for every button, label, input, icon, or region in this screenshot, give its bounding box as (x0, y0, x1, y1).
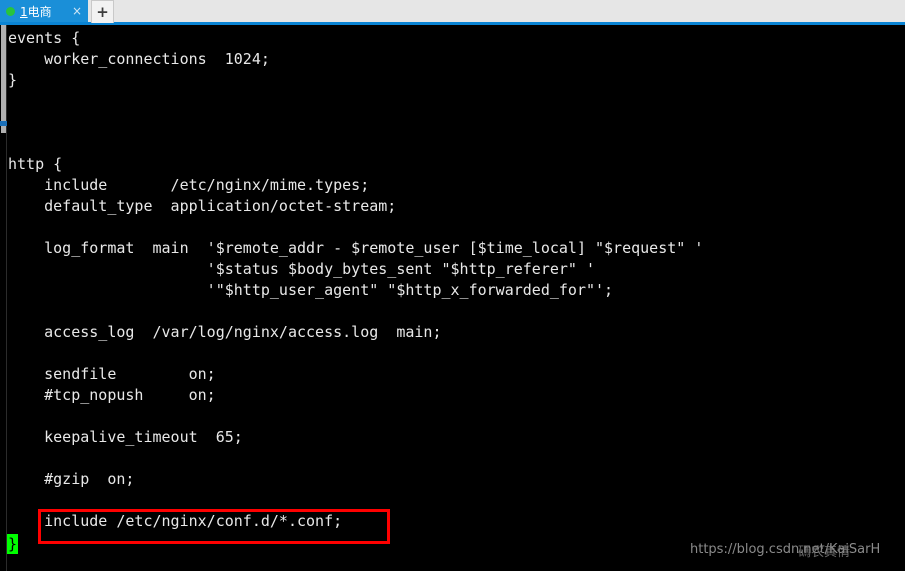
terminal-line: include /etc/nginx/conf.d/*.conf; (8, 512, 343, 530)
terminal-line: log_format main '$remote_addr - $remote_… (8, 239, 704, 257)
terminal-line: sendfile on; (8, 365, 216, 383)
terminal-line: default_type application/octet-stream; (8, 197, 397, 215)
terminal-panel[interactable]: events { worker_connections 1024;} http … (0, 25, 905, 571)
close-icon[interactable]: × (70, 5, 84, 17)
terminal-line: worker_connections 1024; (8, 50, 270, 68)
terminal-line: access_log /var/log/nginx/access.log mai… (8, 323, 442, 341)
new-tab-button[interactable]: + (91, 0, 114, 23)
terminal-line: events { (8, 29, 81, 47)
watermark-url: https://blog.csdn.net/KaiSarH (690, 542, 881, 557)
tab-number: 1 (20, 4, 28, 19)
watermark-overlay-text: 碼农真情 (798, 545, 851, 560)
terminal-line: '$status $body_bytes_sent "$http_referer… (8, 260, 595, 278)
green-status-dot-icon (6, 6, 15, 16)
tab-active[interactable]: 1电商 × (0, 0, 88, 22)
terminal-line: keepalive_timeout 65; (8, 428, 243, 446)
terminal-line: } (8, 71, 18, 89)
terminal-line: #tcp_nopush on; (8, 386, 216, 404)
tab-title: 电商 (27, 4, 52, 19)
terminal-text-content: events { worker_connections 1024;} http … (8, 28, 898, 532)
terminal-line: http { (8, 155, 63, 173)
terminal-cursor: } (7, 534, 18, 554)
terminal-line: include /etc/nginx/mime.types; (8, 176, 370, 194)
tab-label: 1电商 (20, 3, 70, 20)
watermark: https://blog.csdn.net/KaiSarH 碼农真情 (690, 537, 905, 563)
vertical-scrollbar[interactable] (0, 25, 7, 571)
scrollbar-thumb[interactable] (1, 25, 6, 133)
terminal-line: '"$http_user_agent" "$http_x_forwarded_f… (8, 281, 614, 299)
scrollbar-position-marker (0, 121, 7, 126)
tab-bar: 1电商 × + (0, 0, 905, 25)
terminal-line: #gzip on; (8, 470, 135, 488)
